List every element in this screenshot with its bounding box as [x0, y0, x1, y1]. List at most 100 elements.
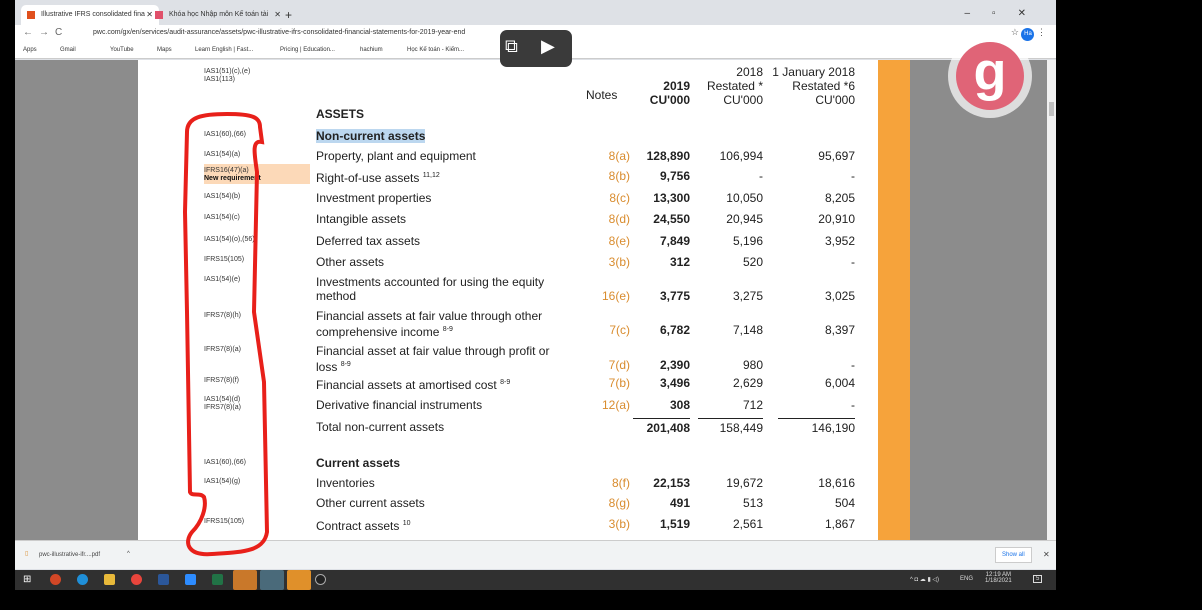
line-item-label: Financial asset at fair value through pr… [316, 344, 550, 374]
obs-icon[interactable] [315, 574, 326, 585]
value-jan-2018: - [851, 255, 855, 269]
value-jan-2018: - [851, 398, 855, 412]
col-2019-header: 2019 CU'000 [649, 79, 690, 107]
tab-title: Khóa học Nhập môn Kế toán tài [169, 11, 269, 18]
close-tab-icon[interactable]: ✕ [274, 10, 281, 19]
value-2019: 22,153 [653, 476, 690, 490]
value-jan-2018: 3,952 [824, 234, 855, 248]
value-2019: 491 [669, 496, 690, 510]
site-favicon-icon [155, 11, 163, 19]
system-tray-icons[interactable]: ^ ◘ ☁ ▮ ◁) [910, 576, 939, 583]
tab-title: Illustrative IFRS consolidated fina [41, 11, 145, 18]
value-2018: 2,561 [732, 517, 763, 531]
line-item-label: Inventories [316, 476, 375, 490]
bookmark-hachium[interactable]: hachium [360, 47, 383, 53]
value-2019: 2,390 [659, 358, 690, 372]
app-icon[interactable] [260, 570, 284, 590]
value-2019: 308 [669, 398, 690, 412]
standard-reference: IAS1(54)(a) [204, 151, 241, 158]
new-tab-button[interactable]: + [285, 8, 292, 22]
standard-reference: IAS1(54)(g) [204, 478, 241, 485]
value-jan-2018: 1,867 [824, 517, 855, 531]
note-ref: 8(d) [608, 212, 630, 226]
orange-margin-bar [878, 60, 910, 540]
value-2018: 5,196 [732, 234, 763, 248]
exit-pip-icon[interactable]: ⧉ [505, 36, 518, 57]
value-2018: 2,629 [732, 376, 763, 390]
standard-reference: IAS1(60),(66) [204, 459, 247, 466]
window-controls[interactable]: –▫✕ [965, 8, 1049, 19]
powerpoint-icon[interactable] [50, 574, 61, 585]
col-jan2018-header: 1 January 2018 Restated *6 CU'000 [772, 65, 855, 107]
bookmark-maps[interactable]: Maps [157, 47, 172, 53]
language-indicator[interactable]: ENG [960, 576, 973, 582]
header-ref: IAS1(51)(c),(e) IAS1(113) [204, 68, 251, 83]
value-2019: 312 [669, 255, 690, 269]
value-jan-2018: 3,025 [824, 289, 855, 303]
value-2018: 712 [742, 398, 763, 412]
value-2018: 158,449 [698, 418, 763, 435]
play-video-icon[interactable]: ▶ [541, 36, 555, 57]
file-explorer-icon[interactable] [104, 574, 115, 585]
value-2018: 513 [742, 496, 763, 510]
standard-reference: IAS1(54)(o),(56) [204, 236, 255, 243]
download-item[interactable]: pwc-illustrative-ifr....pdf [39, 552, 100, 558]
note-ref: 8(e) [608, 234, 630, 248]
value-2019: 201,408 [633, 418, 690, 435]
notification-icon[interactable]: 5 [1033, 575, 1043, 583]
value-2019: 3,775 [659, 289, 690, 303]
value-jan-2018: 146,190 [778, 418, 855, 435]
line-item-label: Deferred tax assets [316, 234, 421, 248]
bookmark-learn-english[interactable]: Learn English | Fast... [195, 47, 253, 53]
bookmark-hoc-ke-toan[interactable]: Học Kế toán - Kiếm... [407, 47, 464, 53]
bookmark-gmail[interactable]: Gmail [60, 47, 76, 53]
standard-reference: IFRS16(47)(a) New requirement [204, 164, 310, 184]
chevron-up-icon[interactable]: ^ [127, 551, 130, 557]
note-ref: 8(f) [612, 476, 630, 490]
line-item-label: Investment properties [316, 191, 432, 205]
url-field[interactable]: pwc.com/gx/en/services/audit-assurance/a… [93, 29, 465, 36]
line-item-label: Other current assets [316, 496, 425, 510]
value-2019: 24,550 [653, 212, 690, 226]
nav-buttons[interactable]: ←→C [23, 27, 68, 38]
col-2018-header: 2018 Restated * CU'000 [706, 65, 763, 107]
line-item-label: Financial assets at fair value through o… [316, 309, 543, 339]
standard-reference: IFRS7(8)(f) [204, 377, 239, 384]
profile-avatar[interactable]: Ha [1021, 28, 1035, 41]
app-icon[interactable] [287, 570, 311, 590]
value-2018: - [759, 169, 763, 183]
tab-khoa-hoc[interactable]: Khóa học Nhập môn Kế toán tài ✕ [149, 5, 287, 25]
standard-reference: IFRS15(105) [204, 256, 245, 263]
value-2018: 520 [742, 255, 763, 269]
pdf-file-icon: ▯ [25, 551, 29, 557]
star-icon[interactable]: ☆ [1011, 27, 1019, 37]
bookmark-pricing[interactable]: Pricing | Education... [280, 47, 335, 53]
video-overlay-controls: ⧉ ▶ [500, 30, 572, 67]
show-all-button[interactable]: Show all [995, 547, 1032, 563]
windows-start-icon[interactable]: ⊞ [23, 574, 31, 585]
bookmark-apps[interactable]: Apps [23, 47, 37, 53]
pdf-viewer: IAS1(51)(c),(e) IAS1(113) Notes 2019 CU'00… [15, 60, 1056, 540]
clock[interactable]: 12:19 AM 1/18/2021 [985, 572, 1012, 584]
edge-icon[interactable] [77, 574, 88, 585]
bookmark-youtube[interactable]: YouTube [110, 47, 134, 53]
close-download-bar-icon[interactable]: ✕ [1043, 550, 1050, 559]
standard-reference: IFRS7(8)(h) [204, 312, 241, 319]
download-app-icon[interactable] [233, 570, 257, 590]
tab-pwc-pdf[interactable]: Illustrative IFRS consolidated fina ✕ [21, 5, 159, 25]
value-jan-2018: 95,697 [818, 149, 855, 163]
note-ref: 7(c) [609, 323, 630, 337]
zoom-icon[interactable] [185, 574, 196, 585]
value-jan-2018: 8,397 [824, 323, 855, 337]
standard-reference: IAS1(54)(b) [204, 193, 241, 200]
channel-logo: g [948, 34, 1032, 118]
word-icon[interactable] [158, 574, 169, 585]
value-2018: 19,672 [726, 476, 763, 490]
excel-icon[interactable] [212, 574, 223, 585]
value-2019: 3,496 [659, 376, 690, 390]
value-2018: 7,148 [732, 323, 763, 337]
chrome-icon[interactable] [131, 574, 142, 585]
assets-heading: ASSETS [316, 107, 365, 121]
menu-icon[interactable]: ⋮ [1037, 27, 1046, 37]
vertical-scrollbar[interactable] [1047, 60, 1056, 540]
